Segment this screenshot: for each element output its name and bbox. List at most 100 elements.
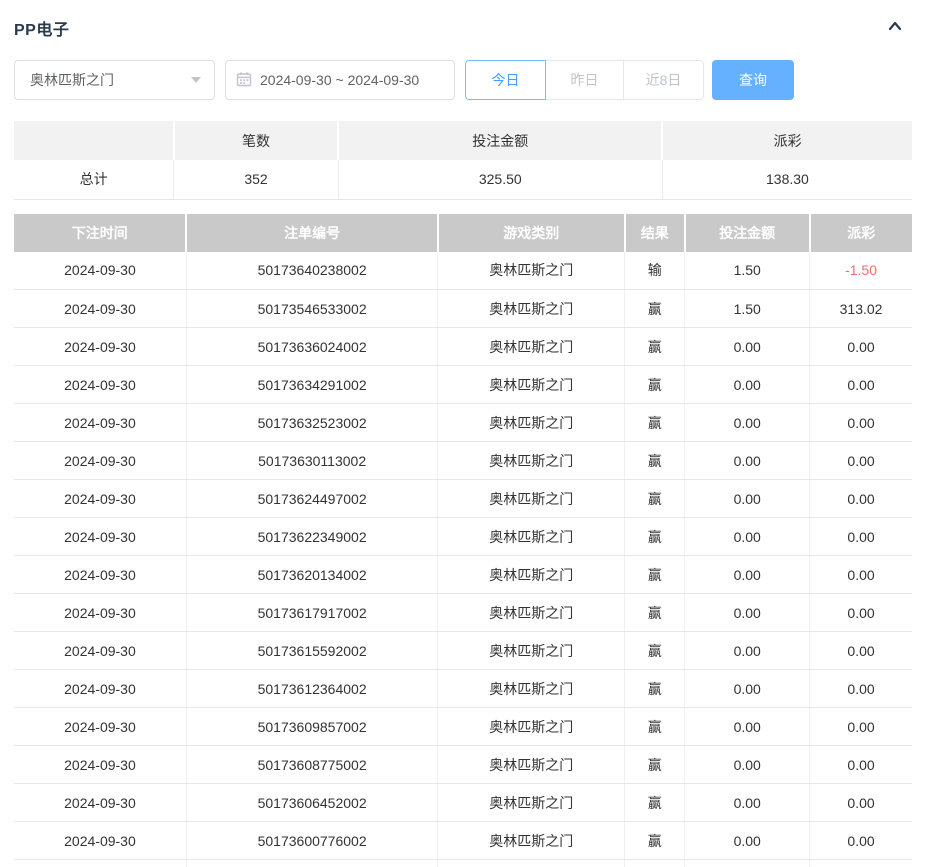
summary-total-row: 总计 352 325.50 138.30: [14, 160, 912, 199]
table-row-partial: [14, 860, 912, 867]
game-category-cell: 奥林匹斯之门: [438, 746, 625, 784]
table-row: 2024-09-3050173620134002奥林匹斯之门赢0.000.00: [14, 556, 912, 594]
result-cell: 赢: [625, 784, 685, 822]
bet-time-cell: 2024-09-30: [14, 556, 186, 594]
order-number-cell: 50173632523002: [186, 404, 437, 442]
bet-time-cell: 2024-09-30: [14, 404, 186, 442]
bet-table-body: 2024-09-3050173640238002奥林匹斯之门输1.50-1.50…: [14, 252, 912, 867]
payout-cell: 0.00: [810, 556, 912, 594]
result-cell: 赢: [625, 328, 685, 366]
table-row: 2024-09-3050173630113002奥林匹斯之门赢0.000.00: [14, 442, 912, 480]
order-number-cell: 50173606452002: [186, 784, 437, 822]
today-button[interactable]: 今日: [465, 60, 546, 100]
order-number-cell: [186, 860, 437, 867]
game-category-cell: 奥林匹斯之门: [438, 594, 625, 632]
bet-time-cell: 2024-09-30: [14, 290, 186, 328]
result-cell: 赢: [625, 480, 685, 518]
payout-cell: 313.02: [810, 290, 912, 328]
header-game-category: 游戏类别: [438, 214, 625, 252]
game-category-cell: 奥林匹斯之门: [438, 708, 625, 746]
header-order-number: 注单编号: [186, 214, 437, 252]
result-cell: 赢: [625, 594, 685, 632]
table-row: 2024-09-3050173608775002奥林匹斯之门赢0.000.00: [14, 746, 912, 784]
game-category-cell: 奥林匹斯之门: [438, 632, 625, 670]
payout-cell: 0.00: [810, 480, 912, 518]
game-category-cell: 奥林匹斯之门: [438, 518, 625, 556]
order-number-cell: 50173612364002: [186, 670, 437, 708]
payout-cell: 0.00: [810, 328, 912, 366]
table-row: 2024-09-3050173609857002奥林匹斯之门赢0.000.00: [14, 708, 912, 746]
quick-date-button-group: 今日 昨日 近8日: [465, 60, 704, 100]
bet-table-header-row: 下注时间 注单编号 游戏类别 结果 投注金额 派彩: [14, 214, 912, 252]
result-cell: 赢: [625, 556, 685, 594]
payout-cell: 0.00: [810, 594, 912, 632]
pp-electronic-panel: PP电子 奥林匹斯之门: [0, 0, 926, 867]
header-result: 结果: [625, 214, 685, 252]
chevron-down-icon: [191, 77, 201, 83]
game-category-cell: 奥林匹斯之门: [438, 290, 625, 328]
table-row: 2024-09-3050173632523002奥林匹斯之门赢0.000.00: [14, 404, 912, 442]
game-select[interactable]: 奥林匹斯之门: [14, 60, 215, 100]
payout-cell: [810, 860, 912, 867]
payout-cell: 0.00: [810, 366, 912, 404]
order-number-cell: 50173617917002: [186, 594, 437, 632]
bet-amount-cell: 1.50: [685, 252, 810, 290]
bet-amount-cell: [685, 860, 810, 867]
bet-time-cell: 2024-09-30: [14, 594, 186, 632]
header-bet-amount: 投注金额: [685, 214, 810, 252]
order-number-cell: 50173608775002: [186, 746, 437, 784]
game-category-cell: 奥林匹斯之门: [438, 442, 625, 480]
order-number-cell: 50173624497002: [186, 480, 437, 518]
result-cell: 赢: [625, 442, 685, 480]
payout-cell: 0.00: [810, 746, 912, 784]
game-category-cell: 奥林匹斯之门: [438, 252, 625, 290]
payout-cell: -1.50: [810, 252, 912, 290]
result-cell: 输: [625, 252, 685, 290]
order-number-cell: 50173640238002: [186, 252, 437, 290]
bet-amount-cell: 0.00: [685, 594, 810, 632]
table-row: 2024-09-3050173634291002奥林匹斯之门赢0.000.00: [14, 366, 912, 404]
bet-records-table: 下注时间 注单编号 游戏类别 结果 投注金额 派彩 2024-09-305017…: [14, 214, 912, 867]
payout-cell: 0.00: [810, 822, 912, 860]
order-number-cell: 50173546533002: [186, 290, 437, 328]
page-title: PP电子: [14, 16, 69, 40]
collapse-button[interactable]: [886, 19, 912, 38]
result-cell: 赢: [625, 366, 685, 404]
game-category-cell: [438, 860, 625, 867]
query-button[interactable]: 查询: [712, 60, 794, 100]
bet-time-cell: 2024-09-30: [14, 518, 186, 556]
bet-amount-cell: 0.00: [685, 442, 810, 480]
bet-amount-cell: 0.00: [685, 518, 810, 556]
bet-time-cell: 2024-09-30: [14, 670, 186, 708]
game-category-cell: 奥林匹斯之门: [438, 404, 625, 442]
bet-time-cell: 2024-09-30: [14, 480, 186, 518]
bet-amount-cell: 0.00: [685, 822, 810, 860]
date-range-value: 2024-09-30 ~ 2024-09-30: [260, 72, 419, 88]
order-number-cell: 50173609857002: [186, 708, 437, 746]
order-number-cell: 50173620134002: [186, 556, 437, 594]
table-row: 2024-09-3050173546533002奥林匹斯之门赢1.50313.0…: [14, 290, 912, 328]
bet-amount-cell: 1.50: [685, 290, 810, 328]
date-range-picker[interactable]: 2024-09-30 ~ 2024-09-30: [225, 60, 455, 100]
summary-header-bet-amount: 投注金额: [338, 121, 662, 160]
result-cell: 赢: [625, 746, 685, 784]
last-8-days-button[interactable]: 近8日: [624, 60, 704, 100]
table-row: 2024-09-3050173617917002奥林匹斯之门赢0.000.00: [14, 594, 912, 632]
chevron-up-icon: [886, 19, 904, 38]
payout-cell: 0.00: [810, 708, 912, 746]
bet-amount-cell: 0.00: [685, 670, 810, 708]
result-cell: 赢: [625, 518, 685, 556]
bet-amount-cell: 0.00: [685, 404, 810, 442]
bet-time-cell: 2024-09-30: [14, 708, 186, 746]
total-payout: 138.30: [662, 160, 912, 199]
order-number-cell: 50173615592002: [186, 632, 437, 670]
game-select-value: 奥林匹斯之门: [30, 70, 114, 90]
game-category-cell: 奥林匹斯之门: [438, 784, 625, 822]
bet-amount-cell: 0.00: [685, 366, 810, 404]
result-cell: 赢: [625, 822, 685, 860]
header-payout: 派彩: [810, 214, 912, 252]
yesterday-button[interactable]: 昨日: [546, 60, 624, 100]
panel-header: PP电子: [14, 0, 912, 40]
summary-header-row: 笔数 投注金额 派彩: [14, 121, 912, 160]
header-bet-time: 下注时间: [14, 214, 186, 252]
